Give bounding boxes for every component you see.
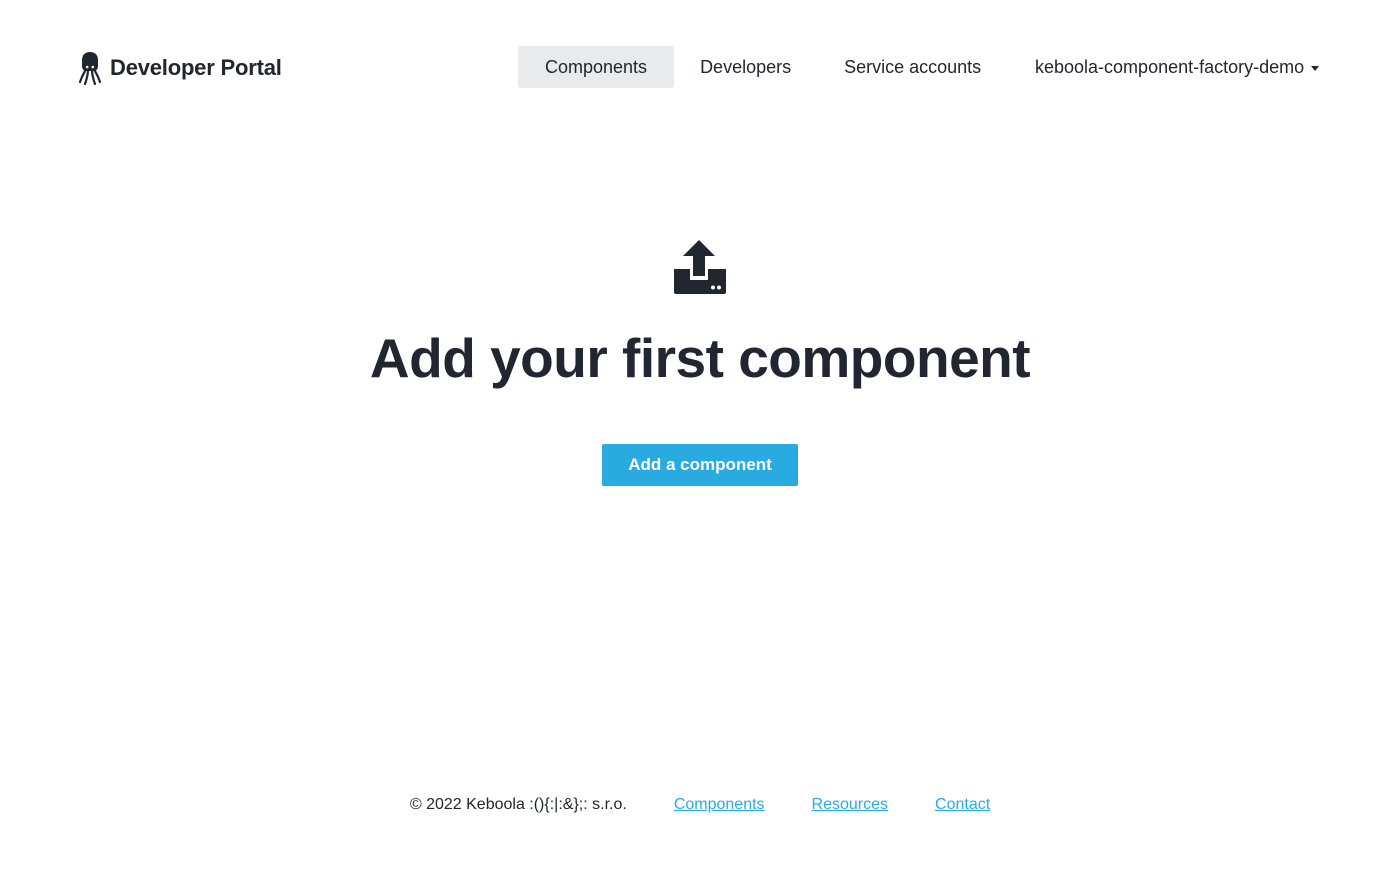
upload-icon [674, 240, 726, 294]
footer-link-components[interactable]: Components [674, 796, 765, 814]
caret-down-icon [1311, 65, 1320, 71]
brand-title: Developer Portal [110, 55, 282, 80]
brand-home-link[interactable]: Developer Portal [79, 50, 282, 86]
page: Developer Portal Components Developers S… [0, 0, 1400, 888]
footer-link-resources[interactable]: Resources [812, 796, 888, 814]
main-nav: Components Developers Service accounts [518, 46, 1008, 88]
footer-link-contact[interactable]: Contact [935, 796, 990, 814]
octopus-logo-icon [79, 52, 101, 85]
vendor-dropdown[interactable]: keboola-component-factory-demo [1035, 46, 1320, 88]
vendor-name: keboola-component-factory-demo [1035, 56, 1305, 77]
add-component-button[interactable]: Add a component [602, 444, 798, 486]
footer: © 2022 Keboola :(){:|:&};: s.r.o. Compon… [0, 796, 1400, 814]
nav-item-developers[interactable]: Developers [674, 46, 817, 88]
footer-copyright: © 2022 Keboola :(){:|:&};: s.r.o. [409, 796, 627, 813]
empty-state-title: Add your first component [369, 327, 1031, 389]
nav-item-components[interactable]: Components [518, 46, 675, 88]
nav-item-service-accounts[interactable]: Service accounts [817, 46, 1008, 88]
empty-state: Add your first component Add a component [0, 238, 1400, 486]
